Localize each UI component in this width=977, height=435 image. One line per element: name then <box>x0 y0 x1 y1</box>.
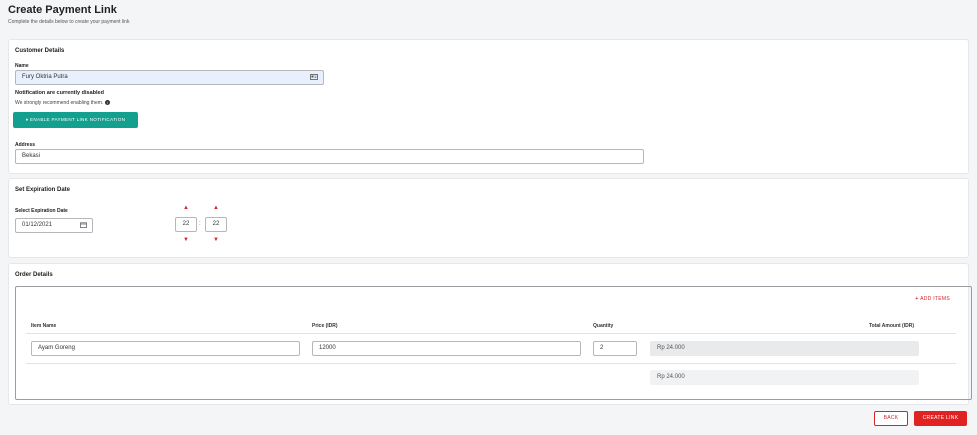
contact-card-icon <box>310 74 318 82</box>
expiration-date-field[interactable]: 01/12/2021 <box>15 218 93 233</box>
grand-total-amount: Rp 24.000 <box>650 370 919 385</box>
notification-title: Notification are currently disabled <box>15 90 104 96</box>
enable-notification-label: ENABLE PAYMENT LINK NOTIFICATION <box>29 117 126 122</box>
column-header-item-name: Item Name <box>31 323 57 329</box>
customer-details-title: Customer Details <box>15 48 65 54</box>
bell-icon: ♦ <box>25 117 29 122</box>
time-separator: : <box>199 221 201 227</box>
quantity-input[interactable]: 2 <box>593 341 637 356</box>
add-items-label: ADD ITEMS <box>920 296 950 302</box>
page-subtitle: Complete the details below to create you… <box>8 19 130 25</box>
back-button[interactable]: BACK <box>874 411 908 426</box>
expiration-date-value: 01/12/2021 <box>22 222 53 228</box>
minute-down-arrow[interactable]: ▼ <box>211 237 221 243</box>
column-header-quantity: Quantity <box>593 323 614 329</box>
price-input[interactable]: 12000 <box>312 341 581 356</box>
name-field[interactable]: Fury Oktria Putra <box>15 70 324 85</box>
calendar-icon <box>80 222 87 230</box>
order-details-title: Order Details <box>15 272 53 278</box>
header-divider <box>26 333 956 334</box>
hour-up-arrow[interactable]: ▲ <box>181 205 191 211</box>
notification-text: We strongly recommend enabling them. i <box>15 100 111 106</box>
row-total-amount: Rp 24.000 <box>650 341 919 356</box>
address-field[interactable]: Bekasi <box>15 149 644 164</box>
enable-notification-button[interactable]: ♦ ENABLE PAYMENT LINK NOTIFICATION <box>13 112 138 128</box>
item-name-input[interactable]: Ayam Goreng <box>31 341 300 356</box>
address-label: Address <box>15 142 36 148</box>
notification-text-label: We strongly recommend enabling them. <box>15 100 104 106</box>
column-header-total: Total Amount (IDR) <box>869 323 914 329</box>
name-value: Fury Oktria Putra <box>22 74 68 80</box>
page-title: Create Payment Link <box>8 4 117 16</box>
minute-input[interactable]: 22 <box>205 217 227 232</box>
add-items-button[interactable]: + ADD ITEMS <box>915 296 950 302</box>
order-details-card: Order Details + ADD ITEMS Item Name Pric… <box>8 263 972 405</box>
column-header-price: Price (IDR) <box>312 323 338 329</box>
row-divider <box>26 363 956 364</box>
expiration-card: Set Expiration Date Select Expiration Da… <box>8 178 969 258</box>
plus-icon: + <box>915 296 919 302</box>
name-label: Name <box>15 63 29 69</box>
expiration-date-label: Select Expiration Date <box>15 208 68 214</box>
order-items-box: + ADD ITEMS Item Name Price (IDR) Quanti… <box>15 286 972 400</box>
minute-up-arrow[interactable]: ▲ <box>211 205 221 211</box>
info-icon[interactable]: i <box>105 100 111 106</box>
create-link-button[interactable]: CREATE LINK <box>914 411 967 426</box>
expiration-title: Set Expiration Date <box>15 187 71 193</box>
customer-details-card: Customer Details Name Fury Oktria Putra … <box>8 39 969 174</box>
hour-down-arrow[interactable]: ▼ <box>181 237 191 243</box>
hour-input[interactable]: 22 <box>175 217 197 232</box>
